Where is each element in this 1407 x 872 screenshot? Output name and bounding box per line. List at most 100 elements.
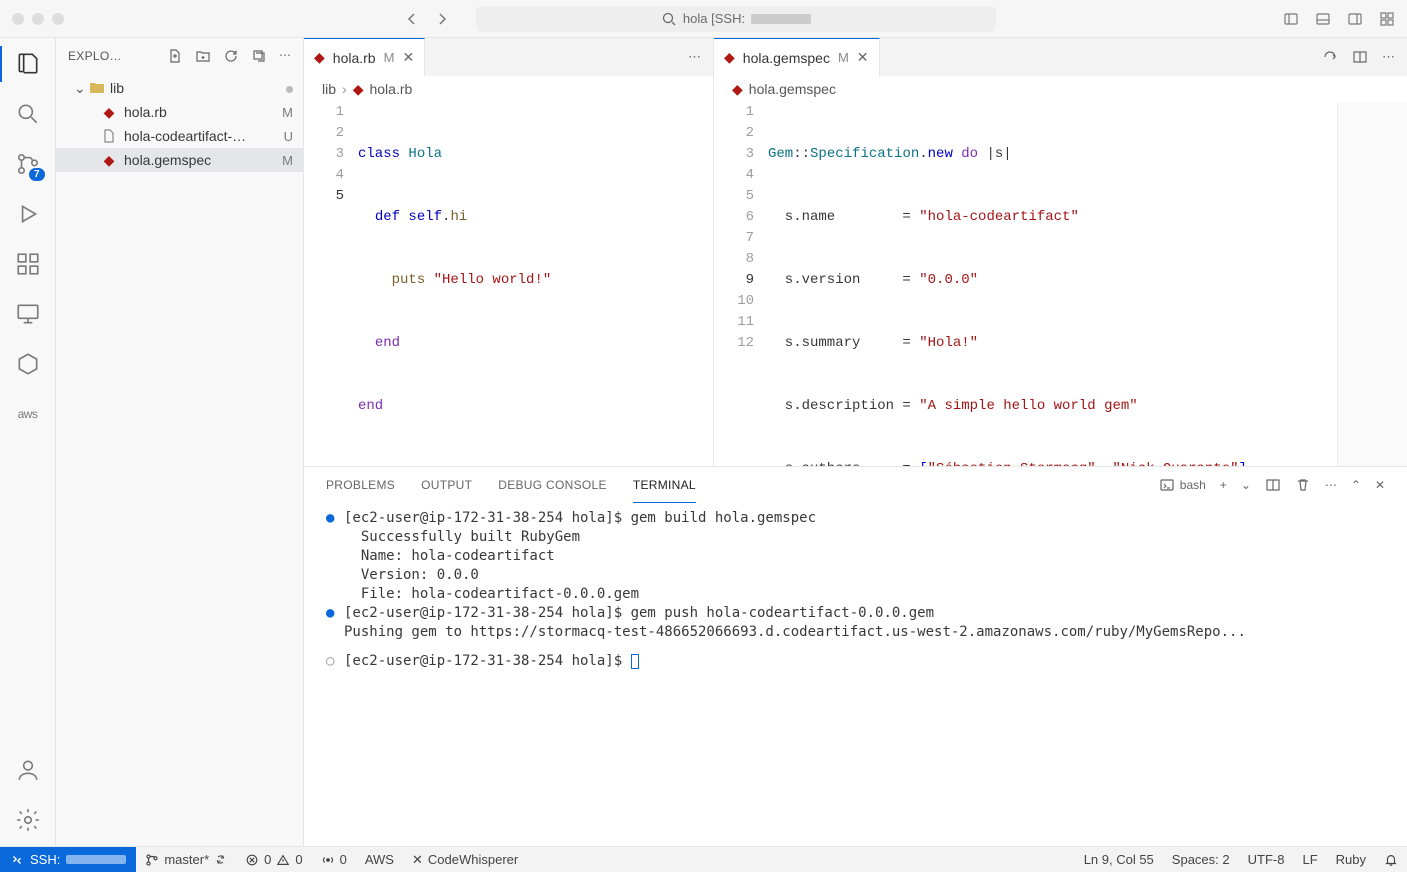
codewhisperer-status[interactable]: ✕CodeWhisperer <box>403 852 527 868</box>
minimap[interactable] <box>1337 102 1407 466</box>
kill-terminal-icon[interactable] <box>1295 477 1311 493</box>
close-icon[interactable]: ✕ <box>857 49 869 66</box>
nav-forward-icon[interactable] <box>434 11 450 27</box>
extensions-icon[interactable] <box>14 250 42 278</box>
breadcrumb-item[interactable]: hola.rb <box>369 81 412 97</box>
aws-status[interactable]: AWS <box>356 852 403 867</box>
panel: PROBLEMS OUTPUT DEBUG CONSOLE TERMINAL b… <box>304 466 1407 846</box>
close-panel-icon[interactable]: ✕ <box>1375 478 1385 492</box>
compare-icon[interactable] <box>1322 49 1338 65</box>
file-hola-gemspec[interactable]: ◆ hola.gemspec M <box>56 148 303 172</box>
shell-label[interactable]: bash <box>1159 477 1206 493</box>
problems-status[interactable]: 0 0 <box>236 852 311 867</box>
customize-layout-icon[interactable] <box>1379 11 1395 27</box>
new-file-icon[interactable] <box>167 48 183 64</box>
search-icon[interactable] <box>14 100 42 128</box>
panel-tabs: PROBLEMS OUTPUT DEBUG CONSOLE TERMINAL b… <box>304 467 1407 503</box>
folder-lib[interactable]: ⌄ lib <box>56 76 303 100</box>
indentation[interactable]: Spaces: 2 <box>1163 852 1239 867</box>
maximize-window[interactable] <box>52 13 64 25</box>
tab-modified: M <box>838 50 849 65</box>
ports-status[interactable]: 0 <box>312 852 356 867</box>
file-tree: ⌄ lib ◆ hola.rb M hola-codeartifact-… U <box>56 74 303 174</box>
accounts-icon[interactable] <box>14 756 42 784</box>
file-icon <box>100 128 118 144</box>
code-editor[interactable]: 1 2 3 4 5 6 7 8 9 10 11 12 Gem::Sp <box>714 102 1407 466</box>
new-terminal-icon[interactable]: + <box>1220 478 1227 492</box>
file-label: hola-codeartifact-… <box>124 128 246 144</box>
tab-problems[interactable]: PROBLEMS <box>326 467 395 503</box>
minimize-window[interactable] <box>32 13 44 25</box>
eol[interactable]: LF <box>1293 852 1326 867</box>
terminal-cursor <box>631 654 639 669</box>
explorer-icon[interactable] <box>14 50 42 78</box>
command-center[interactable]: hola [SSH: <box>476 6 996 32</box>
tab-hola-gemspec[interactable]: ◆ hola.gemspec M ✕ <box>714 38 880 76</box>
toggle-secondary-sidebar-icon[interactable] <box>1347 11 1363 27</box>
activity-bar: 7 aws <box>0 38 56 846</box>
file-status: M <box>282 153 293 168</box>
redacted <box>751 14 811 24</box>
toggle-panel-icon[interactable] <box>1315 11 1331 27</box>
breadcrumb[interactable]: ◆ hola.gemspec <box>714 76 1407 102</box>
code-editor[interactable]: 1 2 3 4 5 class Hola def self.hi puts "H… <box>304 102 713 466</box>
warning-icon <box>276 853 290 867</box>
tab-bar: ◆ hola.rb M ✕ ⋯ <box>304 38 713 76</box>
maximize-panel-icon[interactable]: ⌃ <box>1351 478 1361 492</box>
close-window[interactable] <box>12 13 24 25</box>
explorer-title: EXPLO… <box>68 49 122 63</box>
titlebar: hola [SSH: <box>0 0 1407 38</box>
terminal-output[interactable]: ●[ec2-user@ip-172-31-38-254 hola]$ gem b… <box>304 503 1407 846</box>
nav-back-icon[interactable] <box>404 11 420 27</box>
file-hola-codeartifact[interactable]: hola-codeartifact-… U <box>56 124 303 148</box>
more-icon[interactable]: ⋯ <box>279 48 291 64</box>
folder-label: lib <box>110 80 124 96</box>
split-terminal-icon[interactable] <box>1265 477 1281 493</box>
ruby-icon: ◆ <box>732 81 743 98</box>
breadcrumb[interactable]: lib › ◆ hola.rb <box>304 76 713 102</box>
language-mode[interactable]: Ruby <box>1327 852 1375 867</box>
error-icon <box>245 853 259 867</box>
remote-indicator[interactable]: SSH: <box>0 847 136 872</box>
git-branch[interactable]: master* <box>136 852 236 867</box>
tab-bar: ◆ hola.gemspec M ✕ ⋯ <box>714 38 1407 76</box>
search-label: hola [SSH: <box>683 11 745 26</box>
file-hola-rb[interactable]: ◆ hola.rb M <box>56 100 303 124</box>
tab-debug-console[interactable]: DEBUG CONSOLE <box>498 467 607 503</box>
terminal-dropdown-icon[interactable]: ⌄ <box>1241 478 1251 492</box>
ruby-icon: ◆ <box>100 104 118 121</box>
line-numbers: 1 2 3 4 5 6 7 8 9 10 11 12 <box>714 102 768 466</box>
tab-terminal[interactable]: TERMINAL <box>633 467 696 503</box>
more-icon[interactable]: ⋯ <box>1325 478 1337 492</box>
notifications-icon[interactable] <box>1375 852 1407 867</box>
close-icon[interactable]: ✕ <box>402 49 414 66</box>
remote-label: SSH: <box>30 852 60 867</box>
more-icon[interactable]: ⋯ <box>1382 49 1395 65</box>
tab-output[interactable]: OUTPUT <box>421 467 472 503</box>
hex-icon[interactable] <box>14 350 42 378</box>
settings-icon[interactable] <box>14 806 42 834</box>
run-debug-icon[interactable] <box>14 200 42 228</box>
tab-hola-rb[interactable]: ◆ hola.rb M ✕ <box>304 38 425 76</box>
explorer-header: EXPLO… ⋯ <box>56 38 303 74</box>
breadcrumb-item[interactable]: lib <box>322 81 336 97</box>
split-icon[interactable] <box>1352 49 1368 65</box>
new-folder-icon[interactable] <box>195 48 211 64</box>
file-status: U <box>284 129 293 144</box>
file-label: hola.rb <box>124 104 167 120</box>
encoding[interactable]: UTF-8 <box>1239 852 1294 867</box>
editor-group-left: ◆ hola.rb M ✕ ⋯ lib › ◆ hola.rb <box>304 38 714 466</box>
aws-icon[interactable]: aws <box>14 400 42 428</box>
ruby-icon: ◆ <box>100 152 118 169</box>
cursor-position[interactable]: Ln 9, Col 55 <box>1075 852 1163 867</box>
ruby-icon: ◆ <box>314 49 325 66</box>
toggle-primary-sidebar-icon[interactable] <box>1283 11 1299 27</box>
sync-icon <box>214 853 227 866</box>
more-icon[interactable]: ⋯ <box>688 49 701 65</box>
refresh-icon[interactable] <box>223 48 239 64</box>
collapse-icon[interactable] <box>251 48 267 64</box>
source-control-icon[interactable]: 7 <box>14 150 42 178</box>
breadcrumb-item[interactable]: hola.gemspec <box>749 81 836 97</box>
radio-icon <box>321 853 335 867</box>
remote-explorer-icon[interactable] <box>14 300 42 328</box>
